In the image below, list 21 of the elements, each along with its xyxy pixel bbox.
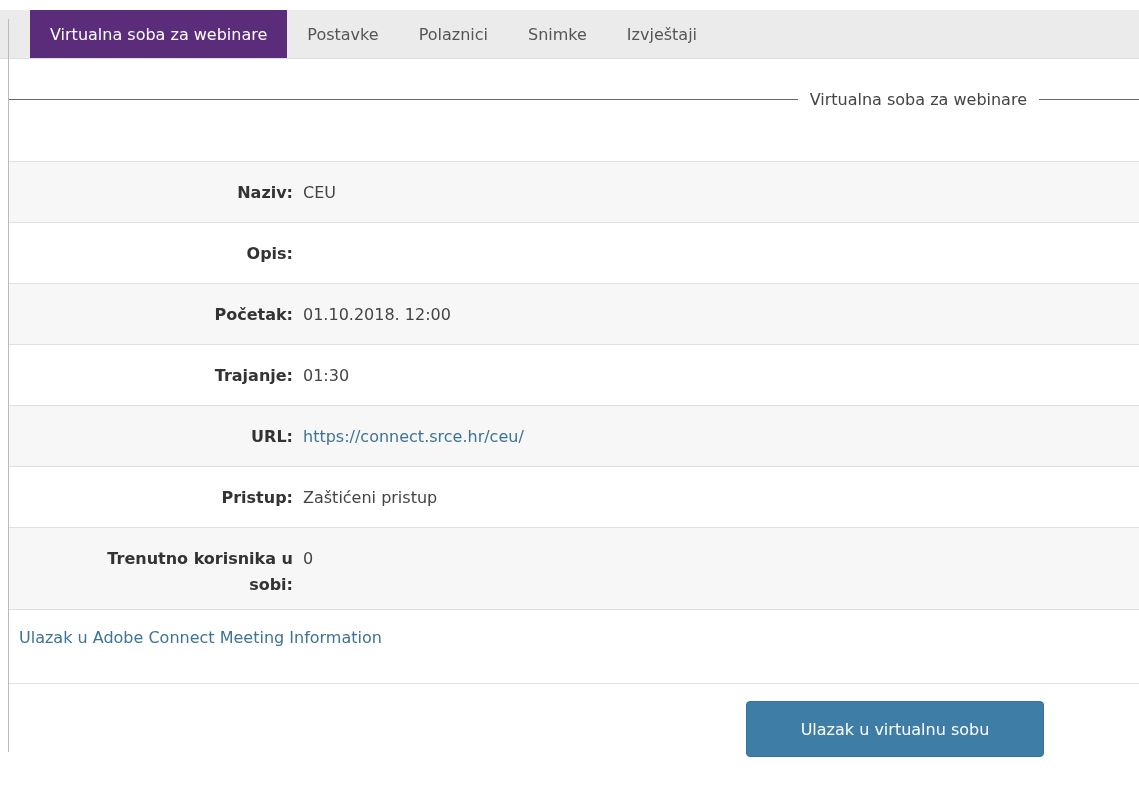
section-legend: Virtualna soba za webinare [797, 89, 1039, 109]
tab[interactable]: Postavke [287, 10, 399, 58]
field-value: 0 [303, 548, 315, 570]
field-value: 01.10.2018. 12:00 [303, 304, 452, 326]
field-label: Naziv: [237, 182, 293, 204]
field-label: Početak: [214, 304, 293, 326]
tab[interactable]: Virtualna soba za webinare [30, 10, 288, 58]
field-label: Trajanje: [214, 365, 293, 387]
url-link[interactable]: https://connect.srce.hr/ceu/ [303, 427, 524, 446]
tab[interactable]: Izvještaji [606, 10, 718, 58]
tab[interactable]: Polaznici [398, 10, 508, 58]
tab[interactable]: Snimke [507, 10, 607, 58]
field-label: Opis: [246, 243, 293, 265]
field-label: Pristup: [221, 487, 293, 509]
field-label: URL: [251, 426, 293, 448]
field-value: Zaštićeni pristup [303, 487, 439, 509]
field-value: CEU [303, 182, 337, 204]
meeting-info-link[interactable]: Ulazak u Adobe Connect Meeting Information [19, 628, 382, 648]
field-label: Trenutno korisnika u sobi: [106, 548, 293, 596]
field-value: 01:30 [303, 365, 351, 387]
enter-room-button[interactable]: Ulazak u virtualnu sobu [746, 701, 1044, 758]
